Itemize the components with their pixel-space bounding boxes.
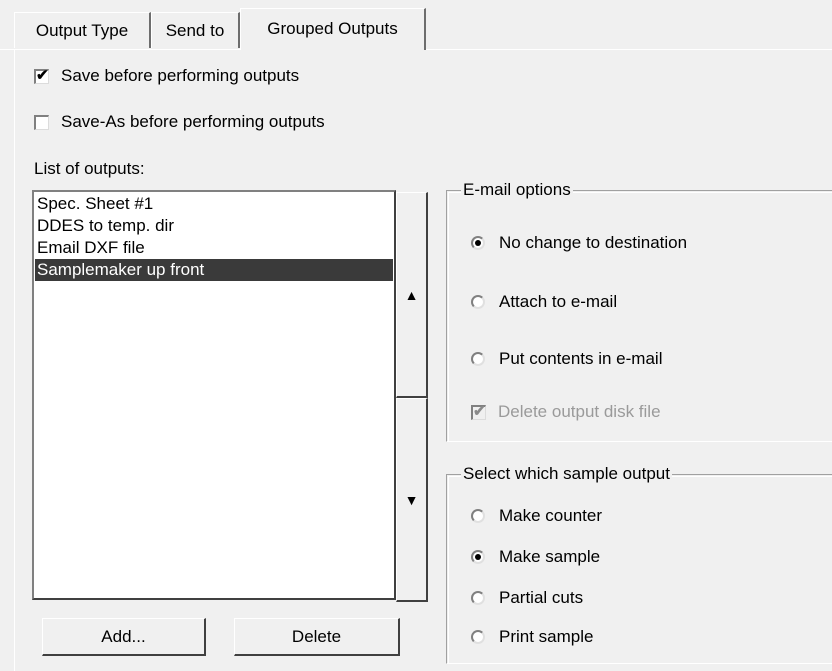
radio-attach[interactable]: Attach to e-mail [471,289,617,315]
radio-partial-cuts[interactable]: Partial cuts [471,585,583,611]
outputs-list-label: List of outputs: [34,159,145,178]
move-up-button[interactable]: ▲ [396,192,428,398]
radio-label: Make sample [499,547,601,566]
radio-label: Make counter [499,506,602,525]
radio-button[interactable] [471,236,485,250]
radio-no-change[interactable]: No change to destination [471,230,687,256]
save-before-label: Save before performing outputs [61,66,300,85]
save-as-before-checkbox[interactable] [34,114,49,130]
radio-label: Partial cuts [499,588,584,607]
triangle-down-icon: ▼ [404,491,419,508]
triangle-up-icon: ▲ [404,286,419,303]
radio-put-contents[interactable]: Put contents in e-mail [471,346,662,372]
panel-left-edge [14,49,15,671]
save-as-before-option[interactable]: Save-As before performing outputs [34,108,325,136]
radio-print-sample[interactable]: Print sample [471,624,593,650]
email-options-legend: E-mail options [461,179,573,201]
radio-make-sample[interactable]: Make sample [471,544,600,570]
radio-button[interactable] [471,295,485,309]
list-item[interactable]: DDES to temp. dir [35,215,393,237]
outputs-listbox[interactable]: Spec. Sheet #1 DDES to temp. dir Email D… [32,190,396,600]
checkmark-icon: ✔ [473,402,486,420]
delete-output-file-label: Delete output disk file [498,402,661,421]
delete-output-file-option: ✔ Delete output disk file [471,399,661,425]
list-item-selected[interactable]: Samplemaker up front [35,259,393,281]
email-options-group: E-mail options No change to destination … [446,179,832,442]
sample-output-legend: Select which sample output [461,463,672,485]
list-item[interactable]: Email DXF file [35,237,393,259]
tab-send-to[interactable]: Send to [151,12,240,48]
sample-output-group: Select which sample output Make counter … [446,463,832,664]
save-as-before-label: Save-As before performing outputs [61,112,325,131]
radio-label: Put contents in e-mail [499,349,663,368]
radio-button[interactable] [471,591,485,605]
radio-make-counter[interactable]: Make counter [471,503,602,529]
radio-label: Attach to e-mail [499,292,618,311]
tab-output-type[interactable]: Output Type [14,12,151,48]
radio-label: No change to destination [499,233,688,252]
tab-strip: Output Type Send to Grouped Outputs [0,0,832,50]
radio-button[interactable] [471,550,485,564]
radio-button[interactable] [471,509,485,523]
radio-button[interactable] [471,352,485,366]
save-before-option[interactable]: ✔ Save before performing outputs [34,62,299,90]
radio-button[interactable] [471,630,485,644]
add-button[interactable]: Add... [42,618,206,656]
checkmark-icon: ✔ [36,66,49,84]
move-down-button[interactable]: ▼ [396,398,428,602]
delete-output-file-checkbox: ✔ [471,402,486,420]
radio-label: Print sample [499,627,594,646]
tab-grouped-outputs[interactable]: Grouped Outputs [240,8,426,50]
delete-button[interactable]: Delete [234,618,400,656]
list-item[interactable]: Spec. Sheet #1 [35,193,393,215]
save-before-checkbox[interactable]: ✔ [34,66,49,84]
